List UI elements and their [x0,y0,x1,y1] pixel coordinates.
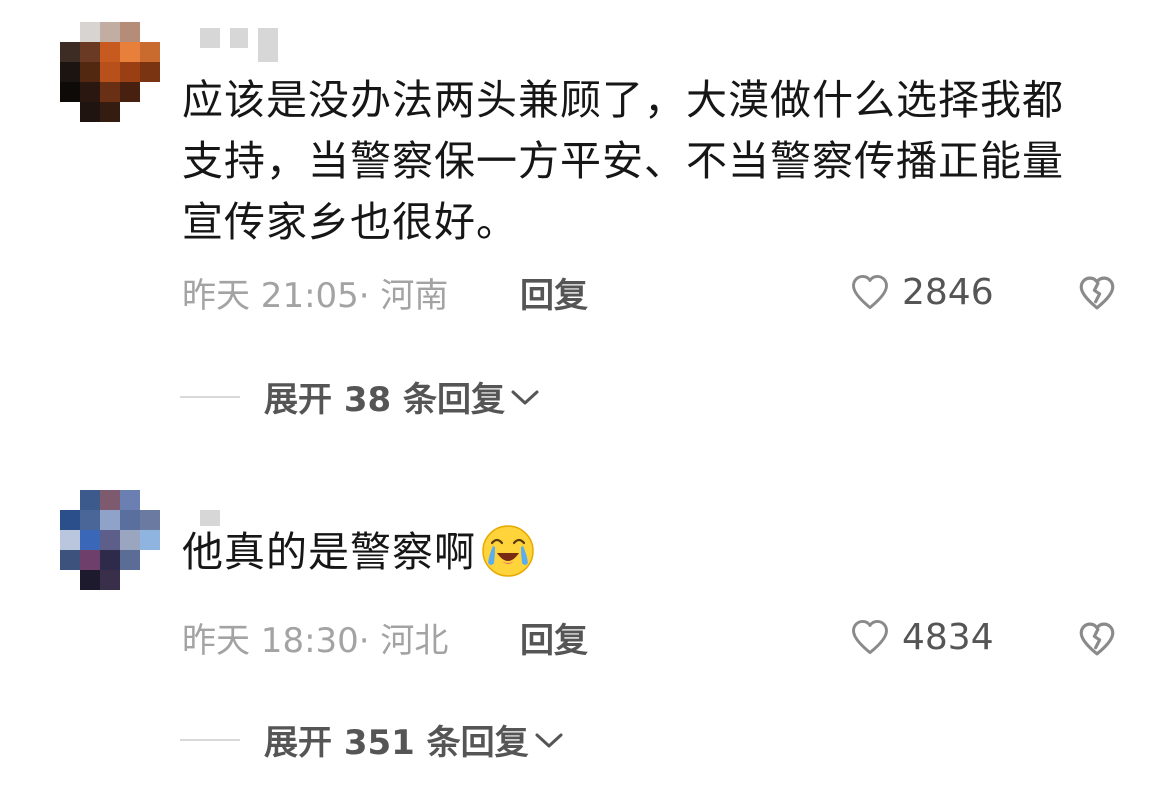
like-button[interactable]: 4834 [848,615,994,659]
divider [180,395,240,398]
divider [180,738,240,741]
avatar[interactable] [60,22,160,122]
reply-button[interactable]: 回复 [520,613,588,662]
comment-meta: 昨天 21:05· 河南 [182,268,448,317]
comment-text: 他真的是警察啊 [182,522,1102,583]
chevron-down-icon [511,390,539,404]
comment-item: 他真的是警察啊 昨天 18:30· 河北 回复 4834 展开 351 条回复 [0,470,1170,800]
comment-time: 昨天 21:05 [182,276,359,316]
comment-time: 昨天 18:30 [182,621,359,661]
broken-heart-icon[interactable] [1076,618,1118,660]
expand-replies-label: 展开 38 条回复 [264,380,505,420]
username[interactable] [200,28,278,62]
comment-item: 应该是没办法两头兼顾了，大漠做什么选择我都支持，当警察保一方平安、不当警察传播正… [0,0,1170,450]
cry-laugh-emoji-icon [482,525,534,577]
like-count: 4834 [902,616,994,658]
chevron-down-icon [535,733,563,747]
heart-icon [852,274,888,310]
comment-text-content: 他真的是警察啊 [182,528,476,576]
like-count: 2846 [902,271,994,313]
expand-replies-button[interactable]: 展开 38 条回复 [180,372,541,421]
expand-replies-label: 展开 351 条回复 [264,723,529,763]
comment-text: 应该是没办法两头兼顾了，大漠做什么选择我都支持，当警察保一方平安、不当警察传播正… [182,76,1064,246]
comment-location: · 河南 [358,276,449,316]
broken-heart-icon[interactable] [1076,272,1118,314]
like-button[interactable]: 2846 [848,270,994,314]
avatar[interactable] [60,490,160,590]
reply-button[interactable]: 回复 [520,268,588,317]
expand-replies-button[interactable]: 展开 351 条回复 [180,715,565,764]
heart-icon [852,619,888,655]
comment-meta: 昨天 18:30· 河北 [182,613,448,662]
comment-location: · 河北 [358,621,449,661]
